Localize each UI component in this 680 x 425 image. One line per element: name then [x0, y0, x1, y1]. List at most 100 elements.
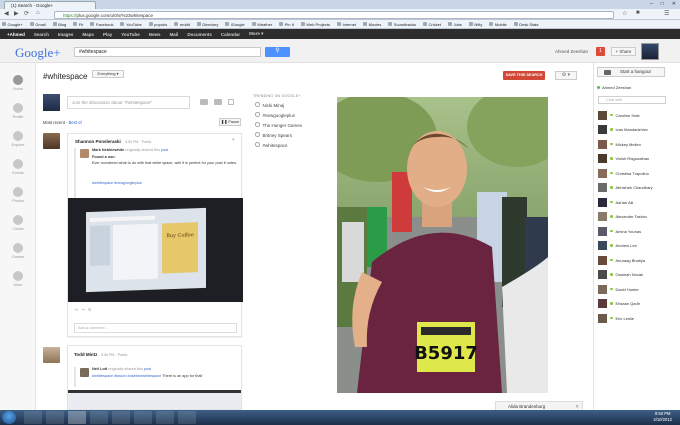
bookmark-item[interactable]: Mobile — [489, 22, 507, 27]
reload-icon[interactable]: ⟳ — [24, 10, 29, 17]
reshare-avatar[interactable] — [80, 149, 89, 158]
gbar-item[interactable]: Play — [103, 32, 112, 37]
contact-item[interactable]: Christina Trapolino — [598, 168, 649, 178]
post-time[interactable]: 5:56 PM — [101, 353, 114, 357]
nav-home[interactable]: Home — [0, 75, 36, 91]
nav-games[interactable]: Games — [0, 243, 36, 259]
star-icon[interactable]: ☆ — [622, 10, 627, 17]
nav-circles[interactable]: Circles — [0, 215, 36, 231]
reshare-link[interactable]: post — [144, 367, 151, 371]
extension-icon[interactable]: ■ — [636, 10, 640, 16]
save-search-button[interactable]: SAVE THIS SEARCH — [503, 71, 545, 80]
bookmark-item[interactable]: Blog — [53, 22, 66, 27]
bookmark-item[interactable]: reddit — [174, 22, 190, 27]
nav-profile[interactable]: Profile — [0, 103, 36, 119]
bookmark-item[interactable]: Fb — [73, 22, 84, 27]
bookmark-item[interactable]: Directory — [197, 22, 218, 27]
close-icon[interactable]: ✕ — [672, 1, 676, 7]
share-icon[interactable]: ↪ — [82, 308, 85, 312]
trending-item[interactable]: #newgoogleplus — [255, 112, 296, 118]
chat-search-input[interactable]: Chat with — [598, 96, 666, 104]
taskbar-skype[interactable] — [90, 411, 108, 424]
featured-photo[interactable]: B5917 — [337, 97, 548, 393]
trending-item[interactable]: #whitespace — [255, 142, 288, 148]
post-author[interactable]: Todd Mintz — [74, 352, 97, 357]
home-icon[interactable]: ⌂ — [36, 10, 40, 16]
gbar-item[interactable]: Search — [34, 32, 49, 37]
most-recent-label[interactable]: Most recent — [43, 120, 65, 125]
start-hangout-button[interactable]: Start a hangout — [597, 67, 665, 77]
post-image[interactable] — [68, 390, 241, 409]
gbar-item[interactable]: Calendar — [221, 32, 240, 37]
nav-photos[interactable]: Photos — [0, 187, 36, 203]
contact-item[interactable]: Amina Younas — [598, 226, 641, 236]
gbar-item[interactable]: More ▾ — [249, 31, 263, 37]
bookmark-item[interactable]: Web Projects — [301, 22, 330, 27]
gbar-item[interactable]: Mail — [170, 32, 179, 37]
bookmark-item[interactable]: Cricket — [423, 22, 441, 27]
taskbar-folder[interactable] — [46, 411, 64, 424]
bookmark-item[interactable]: iGoogle — [225, 22, 245, 27]
contact-item[interactable]: Ivan Mandadzhiev — [598, 125, 648, 135]
minimize-icon[interactable]: – — [650, 1, 653, 7]
settings-gear-button[interactable]: ⚙ ▾ — [555, 71, 577, 80]
system-clock[interactable]: 9:50 PM 4/10/2012 — [653, 411, 672, 422]
address-bar[interactable]: https://plus.google.com/u/0/s/%23whitesp… — [54, 10, 614, 19]
photo-icon[interactable] — [200, 99, 208, 105]
contact-item[interactable]: Adrian Alii — [598, 197, 633, 207]
gbar-item[interactable]: Maps — [82, 32, 94, 37]
author-avatar[interactable] — [43, 133, 60, 149]
trending-item[interactable]: The Hunger Games — [255, 122, 303, 128]
contact-item[interactable]: Mickey Mellen — [598, 139, 641, 149]
bookmark-item[interactable]: Soundtracks — [388, 22, 416, 27]
bookmark-item[interactable]: Weather — [252, 22, 272, 27]
contact-item[interactable]: Abhishek Chaudhary — [598, 183, 653, 193]
reshare-author[interactable]: Neil Lott — [92, 367, 107, 371]
best-of-link[interactable]: Best of — [69, 120, 82, 125]
plus-one-button[interactable]: +1 — [74, 308, 78, 312]
google-plus-logo[interactable]: Google+ — [15, 45, 61, 61]
wrench-icon[interactable]: ☰ — [664, 10, 669, 17]
nav-explore[interactable]: Explore — [0, 131, 36, 147]
bookmark-item[interactable]: Nifty — [469, 22, 482, 27]
reshare-icon[interactable]: ☰ — [88, 308, 91, 312]
gbar-item[interactable]: News — [149, 32, 161, 37]
search-input[interactable]: #whitespace — [74, 47, 261, 57]
contact-item[interactable]: Caroline Hale — [598, 110, 640, 120]
search-button[interactable]: ⚲ — [265, 47, 290, 57]
chat-status-user[interactable]: Ahmed Zeeshan — [597, 85, 667, 90]
taskbar-app[interactable] — [112, 411, 130, 424]
nav-events[interactable]: Events — [0, 159, 36, 175]
author-avatar[interactable] — [43, 347, 60, 363]
pause-button[interactable]: ❚❚ Pause — [219, 118, 241, 126]
gbar-item[interactable]: Documents — [187, 32, 212, 37]
bookmark-item[interactable]: Desk Stats — [514, 22, 538, 27]
comment-input[interactable]: Add a comment... — [74, 323, 237, 333]
contact-item[interactable]: Vinish Ragunathan — [598, 154, 649, 164]
contact-item[interactable]: David Hunter — [598, 284, 639, 294]
contact-item[interactable]: Eric Leslie — [598, 313, 634, 323]
share-button[interactable]: + Share — [611, 47, 636, 56]
reshare-avatar[interactable] — [80, 368, 89, 377]
link-icon[interactable] — [228, 99, 234, 105]
compose-input[interactable]: Join the discussion about "#whitespace" — [67, 96, 190, 109]
post-image[interactable]: Buy Coffee — [68, 198, 243, 302]
contact-item[interactable]: Osamah Novak — [598, 270, 643, 280]
start-button[interactable] — [2, 411, 16, 424]
maximize-icon[interactable]: □ — [661, 1, 664, 7]
bookmark-item[interactable]: Gmail — [30, 22, 45, 27]
bookmark-item[interactable]: Pin It — [279, 22, 294, 27]
taskbar-app2[interactable] — [178, 411, 196, 424]
bookmark-item[interactable]: Jobs — [448, 22, 461, 27]
post-time[interactable]: 4:50 PM — [125, 140, 138, 144]
video-icon[interactable] — [214, 99, 222, 105]
bookmark-item[interactable]: Movies — [363, 22, 382, 27]
taskbar-media[interactable] — [134, 411, 152, 424]
post-hashtags[interactable]: #whitespace #newgoogleplus — [92, 181, 142, 187]
gbar-item[interactable]: YouTube — [121, 32, 140, 37]
bookmark-item[interactable]: Facebook — [90, 22, 114, 27]
taskbar-photoshop[interactable] — [156, 411, 174, 424]
profile-avatar[interactable] — [641, 43, 659, 60]
trending-item[interactable]: Britney Spears — [255, 132, 293, 138]
contact-item[interactable]: Ehsaan Qadir — [598, 299, 640, 309]
